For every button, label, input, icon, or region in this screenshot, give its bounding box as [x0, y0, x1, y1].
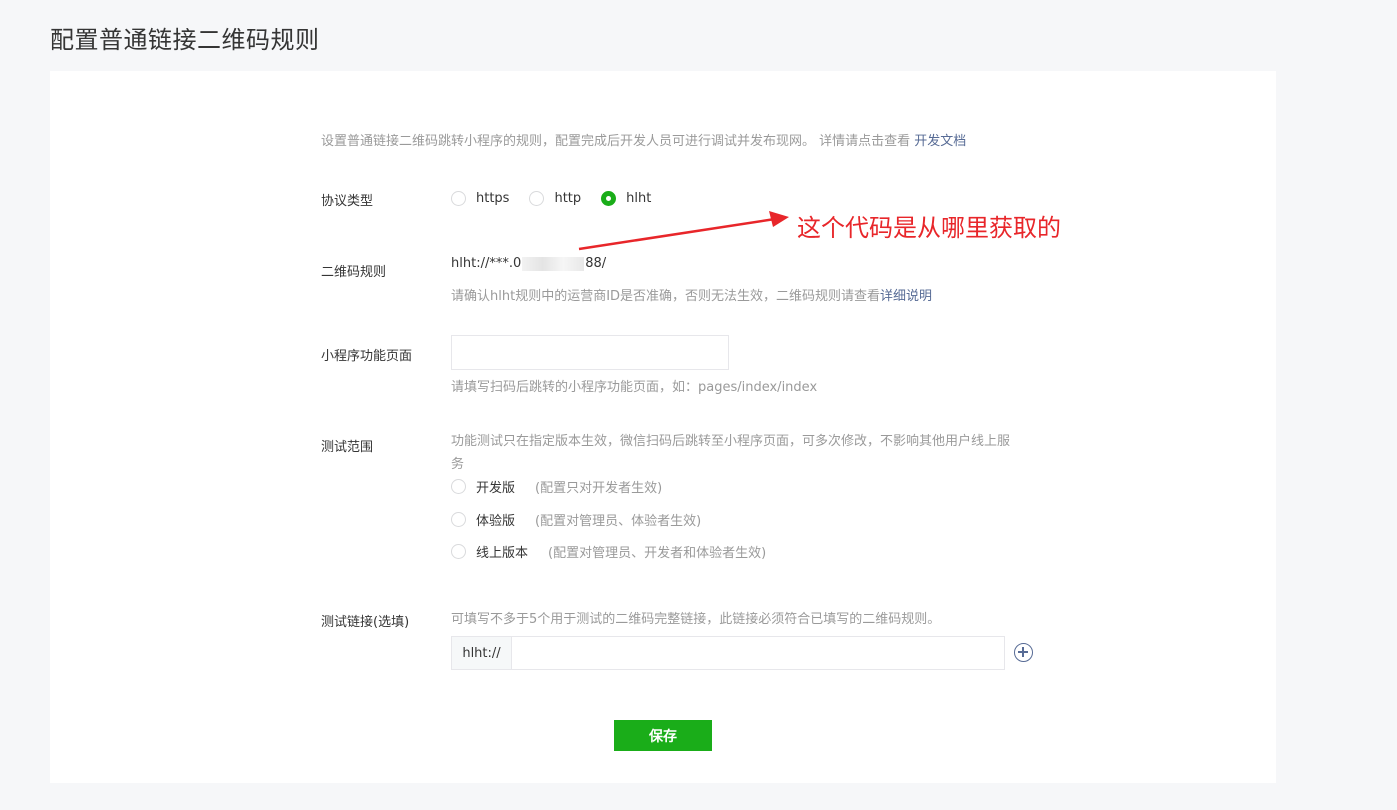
protocol-option-label: http [554, 191, 582, 206]
radio-circle[interactable] [529, 191, 545, 206]
scope-option-label: 线上版本 [476, 546, 529, 561]
protocol-option-https[interactable]: https [451, 191, 509, 206]
protocol-option-label: https [476, 191, 510, 206]
test-scope-description: 功能测试只在指定版本生效，微信扫码后跳转至小程序页面，可多次修改，不影响其他用户… [451, 434, 1011, 472]
scope-option-dev[interactable]: 开发版 (配置只对开发者生效) [451, 477, 662, 496]
scope-option-label: 开发版 [476, 481, 516, 496]
intro-text: 设置普通链接二维码跳转小程序的规则，配置完成后开发人员可进行调试并发布现网。 详… [321, 130, 966, 149]
dev-docs-link[interactable]: 开发文档 [914, 134, 966, 149]
scope-option-note: (配置对管理员、开发者和体验者生效) [548, 546, 767, 561]
protocol-option-label: hlht [626, 191, 652, 206]
scope-option-note: (配置对管理员、体验者生效) [535, 514, 702, 529]
add-link-icon[interactable] [1014, 643, 1033, 662]
test-scope-label: 测试范围 [321, 440, 374, 455]
test-link-prefix: hlht:// [452, 637, 512, 669]
page-title: 配置普通链接二维码规则 [50, 26, 320, 54]
annotation-text: 这个代码是从哪里获取的 [797, 214, 1061, 242]
intro-description: 设置普通链接二维码跳转小程序的规则，配置完成后开发人员可进行调试并发布现网。 详… [321, 134, 915, 149]
redaction-blur [522, 256, 585, 271]
radio-circle[interactable] [451, 544, 466, 559]
radio-circle[interactable] [451, 191, 466, 206]
qr-rule-label: 二维码规则 [321, 265, 387, 280]
qr-rule-value-suffix: 88/ [585, 256, 607, 271]
mini-page-input[interactable] [451, 335, 729, 370]
radio-circle[interactable] [451, 479, 466, 494]
save-button[interactable]: 保存 [614, 720, 712, 751]
radio-circle[interactable] [451, 512, 466, 527]
test-links-label: 测试链接(选填) [321, 615, 410, 630]
protocol-label: 协议类型 [321, 194, 374, 209]
test-links-hint: 可填写不多于5个用于测试的二维码完整链接，此链接必须符合已填写的二维码规则。 [451, 612, 941, 627]
radio-circle-selected[interactable] [601, 191, 617, 206]
annotation-arrow-icon [578, 211, 789, 251]
protocol-option-hlht[interactable]: hlht [601, 191, 651, 206]
test-link-field: hlht:// [451, 636, 1005, 670]
protocol-option-http[interactable]: http [529, 191, 581, 206]
test-link-input[interactable] [512, 637, 1004, 669]
scope-option-note: (配置只对开发者生效) [535, 481, 663, 496]
qr-rule-value: hlht://***.0 88/ [451, 256, 606, 271]
detail-link[interactable]: 详细说明 [880, 289, 932, 304]
qr-rule-hint: 请确认hlht规则中的运营商ID是否准确，否则无法生效，二维码规则请查看详细说明 [451, 285, 932, 304]
qr-rule-hint-text: 请确认hlht规则中的运营商ID是否准确，否则无法生效，二维码规则请查看 [451, 289, 881, 304]
qr-rule-value-prefix: hlht://***.0 [451, 256, 522, 271]
mini-page-label: 小程序功能页面 [321, 349, 413, 364]
scope-option-trial[interactable]: 体验版 (配置对管理员、体验者生效) [451, 510, 701, 529]
scope-option-release[interactable]: 线上版本 (配置对管理员、开发者和体验者生效) [451, 542, 766, 561]
mini-page-hint: 请填写扫码后跳转的小程序功能页面，如：pages/index/index [451, 380, 818, 395]
config-card: 设置普通链接二维码跳转小程序的规则，配置完成后开发人员可进行调试并发布现网。 详… [50, 71, 1276, 783]
protocol-radio-group: https http hlht [451, 191, 671, 206]
scope-option-label: 体验版 [476, 514, 516, 529]
